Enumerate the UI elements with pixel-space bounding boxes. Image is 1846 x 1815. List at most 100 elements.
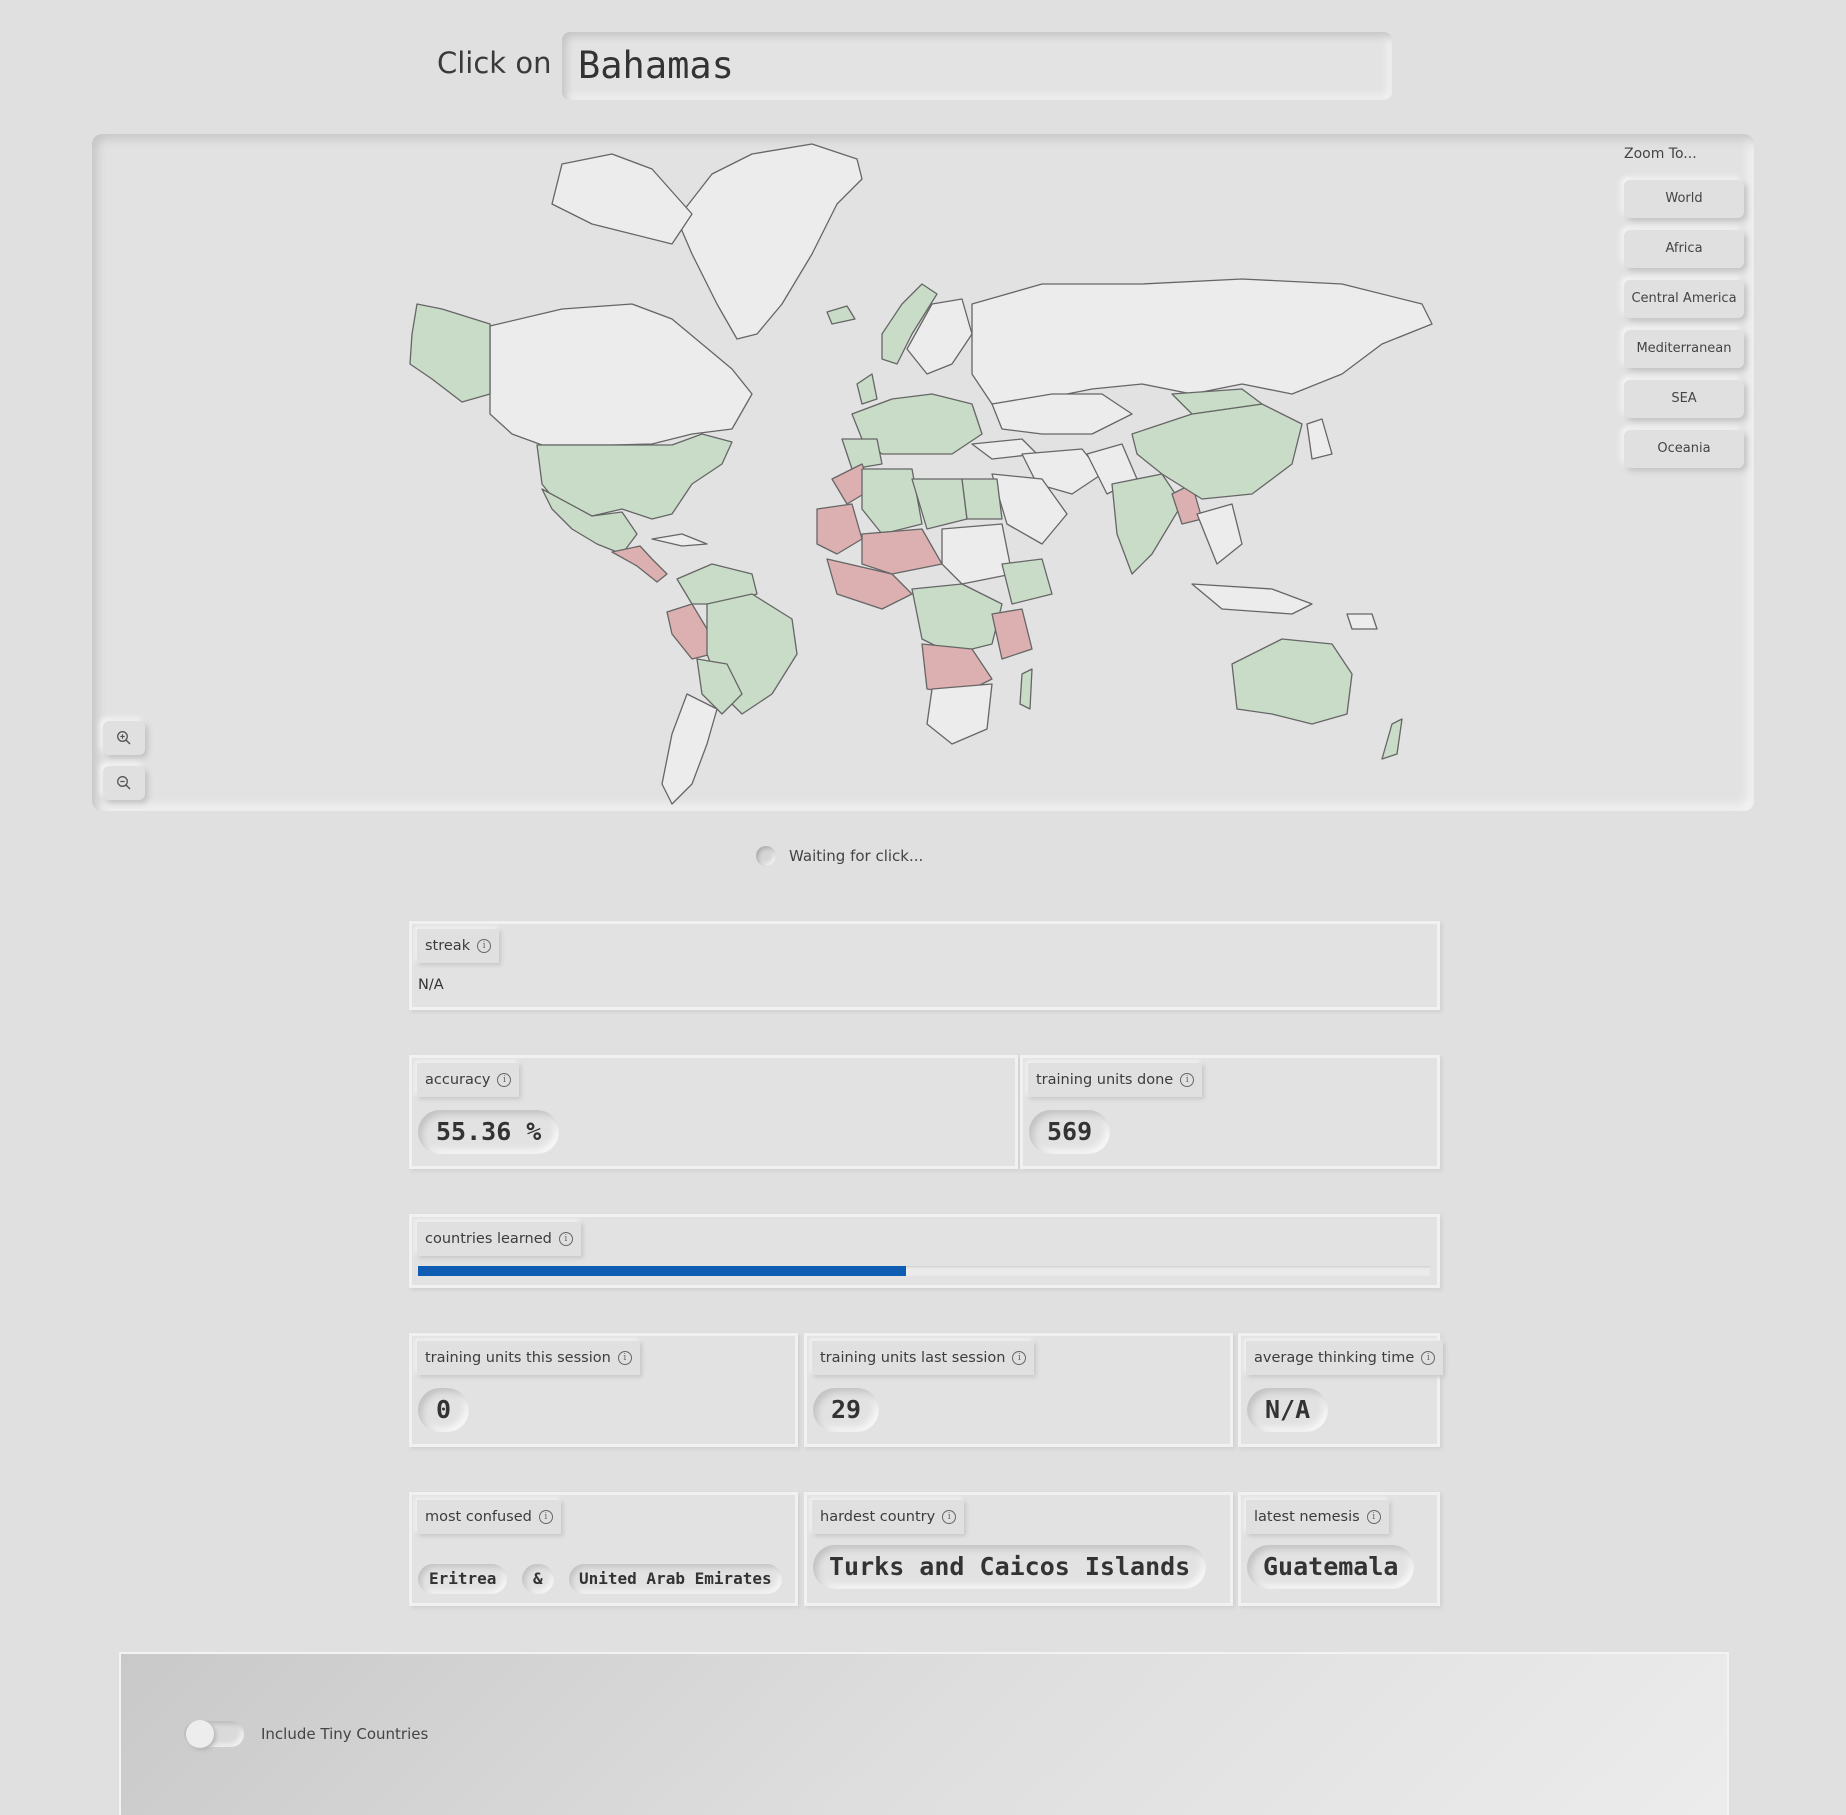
zoom-sea-button[interactable]: SEA: [1624, 380, 1744, 418]
zoom-to-title: Zoom To...: [1624, 146, 1697, 162]
country-iceland: [826, 305, 856, 325]
prompt-label: Click on: [437, 46, 552, 80]
streak-label: streak i: [417, 929, 500, 963]
countries-learned-progress-fill: [418, 1266, 906, 1276]
world-map-panel[interactable]: Zoom To... World Africa Central America …: [92, 134, 1754, 811]
most-confused-label: most confused i: [417, 1500, 561, 1534]
info-icon[interactable]: i: [617, 1351, 632, 1365]
training-units-last-session-value: 29: [813, 1388, 880, 1432]
training-units-this-session-card: training units this session i 0: [409, 1333, 798, 1447]
info-icon[interactable]: i: [1366, 1510, 1381, 1524]
info-icon[interactable]: i: [1421, 1351, 1436, 1365]
training-units-last-session-card: training units last session i 29: [804, 1333, 1233, 1447]
streak-label-text: streak: [425, 938, 471, 954]
country-kazakhstan: [991, 393, 1133, 435]
country-southern-africa: [926, 683, 993, 745]
country-east-africa: [991, 608, 1033, 660]
countries-learned-label: countries learned i: [417, 1222, 581, 1256]
country-peru: [666, 603, 713, 660]
zoom-in-button[interactable]: [103, 721, 145, 755]
most-confused-ampersand: &: [522, 1564, 554, 1594]
latest-nemesis-card: latest nemesis i Guatemala: [1238, 1492, 1440, 1606]
toggle-knob: [186, 1720, 214, 1748]
latest-nemesis-value: Guatemala: [1247, 1545, 1415, 1589]
average-thinking-time-label-text: average thinking time: [1254, 1350, 1415, 1366]
latest-nemesis-label-text: latest nemesis: [1254, 1509, 1360, 1525]
training-units-done-card: training units done i 569: [1020, 1055, 1440, 1169]
country-uk: [856, 373, 878, 405]
zoom-central-america-button[interactable]: Central America: [1624, 280, 1744, 318]
average-thinking-time-label: average thinking time i: [1246, 1341, 1444, 1375]
country-australia: [1231, 638, 1353, 725]
country-japan: [1306, 418, 1333, 460]
status-text: Waiting for click...: [789, 847, 924, 865]
prompt-row: Click on Bahamas: [0, 32, 1846, 102]
info-icon[interactable]: i: [1012, 1351, 1027, 1365]
accuracy-label-text: accuracy: [425, 1072, 491, 1088]
country-ethiopia: [1001, 558, 1053, 605]
hardest-country-card: hardest country i Turks and Caicos Islan…: [804, 1492, 1233, 1606]
info-icon[interactable]: i: [1180, 1073, 1195, 1087]
training-units-last-session-label-text: training units last session: [820, 1350, 1006, 1366]
training-units-done-value: 569: [1029, 1110, 1111, 1154]
average-thinking-time-value: N/A: [1247, 1388, 1329, 1432]
country-cuba: [651, 533, 708, 547]
info-icon[interactable]: i: [497, 1073, 512, 1087]
country-usa-alaska: [409, 303, 491, 403]
countries-learned-label-text: countries learned: [425, 1231, 552, 1247]
country-mali-niger: [861, 528, 943, 575]
zoom-out-icon: [117, 776, 131, 790]
most-confused-label-text: most confused: [425, 1509, 532, 1525]
tiny-countries-toggle[interactable]: [184, 1720, 244, 1748]
info-icon[interactable]: i: [477, 939, 492, 953]
training-units-this-session-label: training units this session i: [417, 1341, 640, 1375]
average-thinking-time-card: average thinking time i N/A: [1238, 1333, 1444, 1447]
zoom-world-button[interactable]: World: [1624, 180, 1744, 218]
training-units-done-label-text: training units done: [1036, 1072, 1174, 1088]
country-chad-sudan: [941, 523, 1013, 585]
country-canada-islands: [551, 153, 693, 245]
country-indochina: [1196, 503, 1243, 565]
streak-value: N/A: [418, 977, 444, 993]
country-new-zealand: [1381, 718, 1403, 760]
country-india: [1111, 473, 1183, 575]
streak-card: streak i N/A: [409, 921, 1440, 1010]
country-indonesia: [1191, 583, 1313, 615]
country-central-america: [611, 545, 668, 583]
settings-panel: Include Tiny Countries: [119, 1652, 1729, 1815]
most-confused-country-a: Eritrea: [418, 1564, 508, 1594]
training-units-last-session-label: training units last session i: [812, 1341, 1035, 1375]
info-icon[interactable]: i: [558, 1232, 573, 1246]
countries-learned-progress: [418, 1266, 1430, 1276]
country-russia: [971, 278, 1433, 405]
zoom-africa-button[interactable]: Africa: [1624, 230, 1744, 268]
hardest-country-value: Turks and Caicos Islands: [813, 1545, 1207, 1589]
world-map[interactable]: [92, 134, 1754, 811]
country-madagascar: [1019, 668, 1033, 710]
accuracy-value: 55.36 %: [418, 1110, 560, 1154]
country-egypt: [961, 478, 1003, 520]
hardest-country-label-text: hardest country: [820, 1509, 936, 1525]
latest-nemesis-label: latest nemesis i: [1246, 1500, 1389, 1534]
info-icon[interactable]: i: [942, 1510, 957, 1524]
training-units-this-session-value: 0: [418, 1388, 470, 1432]
zoom-out-button[interactable]: [103, 766, 145, 800]
status-spinner-icon: [756, 846, 776, 866]
target-country: Bahamas: [578, 44, 734, 87]
countries-learned-card: countries learned i: [409, 1214, 1440, 1288]
info-icon[interactable]: i: [538, 1510, 553, 1524]
most-confused-country-b: United Arab Emirates: [569, 1564, 782, 1594]
country-argentina-chile: [661, 693, 718, 805]
accuracy-card: accuracy i 55.36 %: [409, 1055, 1018, 1169]
zoom-in-icon: [117, 731, 131, 745]
training-units-done-label: training units done i: [1028, 1063, 1203, 1097]
country-png: [1346, 613, 1378, 630]
accuracy-label: accuracy i: [417, 1063, 520, 1097]
target-country-box: Bahamas: [562, 32, 1392, 100]
country-central-africa: [911, 583, 1003, 655]
most-confused-card: most confused i Eritrea & United Arab Em…: [409, 1492, 798, 1606]
zoom-mediterranean-button[interactable]: Mediterranean: [1624, 330, 1744, 368]
country-west-sahara-mauritania: [816, 503, 863, 555]
zoom-oceania-button[interactable]: Oceania: [1624, 430, 1744, 468]
tiny-countries-label: Include Tiny Countries: [261, 1725, 429, 1743]
